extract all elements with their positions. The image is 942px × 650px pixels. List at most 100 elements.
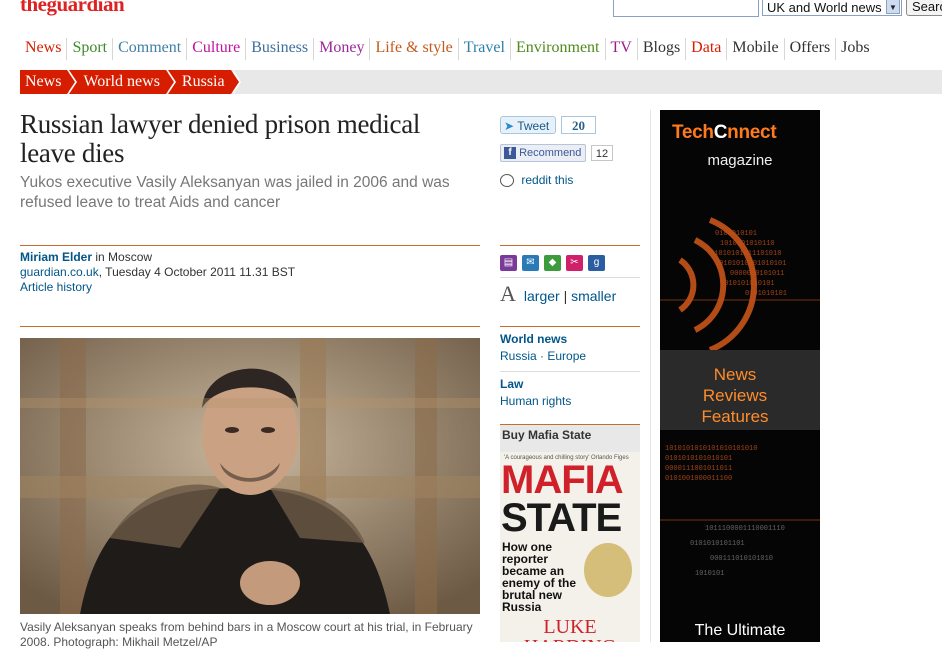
- share-tools: ▤ ✉ ◆ ✂ g: [500, 255, 605, 271]
- breadcrumb-russia[interactable]: Russia: [167, 70, 241, 94]
- svg-text:0101001000011100: 0101001000011100: [665, 475, 732, 483]
- recommend-label: Recommend: [519, 147, 582, 159]
- svg-text:0000111001011011: 0000111001011011: [665, 465, 732, 473]
- nav-item-offers[interactable]: Offers: [785, 38, 837, 60]
- article-photo: [20, 338, 480, 614]
- author-link[interactable]: Miriam Elder: [20, 250, 92, 264]
- text-size-controls: Alarger | smaller: [500, 283, 616, 307]
- book-author: LUKE HARDING: [524, 616, 616, 642]
- photo-caption: Vasily Aleksanyan speaks from behind bar…: [20, 620, 473, 649]
- nav-item-blogs[interactable]: Blogs: [638, 38, 687, 60]
- text-size-separator: |: [563, 288, 568, 304]
- book-title-line1: MAFIA: [501, 458, 624, 502]
- topic-heading[interactable]: Law: [500, 376, 640, 393]
- divider: [500, 245, 640, 246]
- ad-reviews-label: Reviews: [702, 386, 768, 405]
- print-icon[interactable]: ▤: [500, 255, 517, 271]
- nav-item-money[interactable]: Money: [314, 38, 371, 60]
- nav-item-life-style[interactable]: Life & style: [370, 38, 459, 60]
- article-standfirst: Yukos executive Vasily Aleksanyan was ja…: [20, 174, 450, 211]
- reddit-label: reddit this: [521, 173, 574, 187]
- nav-item-jobs[interactable]: Jobs: [836, 38, 874, 60]
- divider: [20, 245, 480, 246]
- book-cover[interactable]: 'A courageous and chilling story' Orland…: [500, 452, 640, 642]
- facebook-icon: f: [504, 147, 516, 160]
- edition-select-value: UK and World news: [767, 0, 882, 15]
- ad-sections: News Reviews Features: [660, 364, 810, 427]
- nav-item-environment[interactable]: Environment: [511, 38, 606, 60]
- breadcrumb-news[interactable]: News: [20, 70, 78, 94]
- email-icon[interactable]: ✉: [522, 255, 539, 271]
- byline: Miriam Elder in Moscow guardian.co.uk, T…: [20, 250, 480, 295]
- clip-icon[interactable]: ✂: [566, 255, 583, 271]
- breadcrumb: News World news Russia: [20, 70, 241, 94]
- svg-text:1010101010101: 1010101010101: [720, 280, 775, 288]
- tweet-button[interactable]: ➤ Tweet: [500, 116, 556, 134]
- nav-item-business[interactable]: Business: [246, 38, 315, 60]
- ad-brand-part: C: [713, 122, 728, 143]
- search-input[interactable]: [613, 0, 759, 17]
- share-icon[interactable]: ◆: [544, 255, 561, 271]
- edition-select[interactable]: UK and World news ▼: [762, 0, 902, 16]
- svg-text:1011100001110001110: 1011100001110001110: [705, 525, 785, 533]
- topic-law: Law Human rights: [500, 376, 640, 410]
- svg-text:1010101010101010101010: 1010101010101010101010: [665, 445, 757, 453]
- facebook-recommend-button[interactable]: f Recommend: [500, 144, 586, 162]
- byline-location: in Moscow: [92, 250, 153, 264]
- guardian-logo[interactable]: theguardian: [20, 0, 125, 17]
- ad-features-label: Features: [701, 407, 769, 426]
- nav-item-tv[interactable]: TV: [606, 38, 638, 60]
- nav-item-sport[interactable]: Sport: [67, 38, 114, 60]
- main-nav: News Sport Comment Culture Business Money Life…: [20, 38, 875, 60]
- svg-text:0101010101: 0101010101: [745, 290, 787, 298]
- text-smaller-link[interactable]: smaller: [571, 288, 616, 304]
- svg-text:01010101011101010: 01010101011101010: [710, 250, 781, 258]
- topic-heading[interactable]: World news: [500, 331, 640, 348]
- svg-text:10101010101010101: 10101010101010101: [715, 260, 786, 268]
- source-link[interactable]: guardian.co.uk: [20, 265, 99, 279]
- ad-brand-logo: TechCnnect: [672, 122, 777, 144]
- nav-item-news[interactable]: News: [20, 38, 68, 60]
- svg-text:0101010101101: 0101010101101: [690, 540, 745, 548]
- book-blurb: How one reporter became an enemy of the …: [502, 540, 577, 614]
- nav-item-data[interactable]: Data: [686, 38, 728, 60]
- recommend-count: 12: [591, 145, 613, 161]
- google-icon[interactable]: g: [588, 255, 605, 271]
- nav-item-culture[interactable]: Culture: [187, 38, 247, 60]
- ad-brand-part: Tech: [672, 122, 714, 143]
- text-larger-link[interactable]: larger: [524, 288, 560, 304]
- ad-magazine-label: magazine: [707, 152, 773, 169]
- nav-item-mobile[interactable]: Mobile: [727, 38, 785, 60]
- article-headline: Russian lawyer denied prison medical lea…: [20, 109, 421, 168]
- search-button[interactable]: Search: [906, 0, 942, 16]
- divider: [20, 326, 480, 327]
- tweet-count: 20: [561, 116, 596, 134]
- svg-text:1010101010110: 1010101010110: [720, 240, 775, 248]
- text-size-icon: A: [500, 281, 516, 306]
- twitter-icon: ➤: [504, 119, 515, 133]
- book-promo-heading[interactable]: Buy Mafia State: [502, 428, 591, 442]
- divider: [500, 277, 640, 278]
- reddit-icon: [500, 174, 514, 188]
- publish-date: , Tuesday 4 October 2011 11.31 BST: [98, 265, 296, 279]
- chevron-down-icon[interactable]: ▼: [886, 0, 900, 14]
- topic-links[interactable]: Russia · Europe: [500, 348, 640, 365]
- ad-brand-part: nnect: [727, 122, 777, 143]
- book-title-line2: STATE: [501, 496, 622, 540]
- reddit-link[interactable]: reddit this: [500, 172, 573, 188]
- svg-text:1010101: 1010101: [695, 570, 724, 578]
- svg-text:0000000101011: 0000000101011: [730, 270, 785, 278]
- svg-text:0101010101010101: 0101010101010101: [665, 455, 732, 463]
- topic-links[interactable]: Human rights: [500, 393, 640, 410]
- nav-item-comment[interactable]: Comment: [113, 38, 188, 60]
- divider: [500, 326, 640, 327]
- nav-item-travel[interactable]: Travel: [459, 38, 511, 60]
- breadcrumb-world-news[interactable]: World news: [69, 70, 177, 94]
- svg-text:0101010101: 0101010101: [715, 230, 757, 238]
- eagle-emblem-icon: [584, 543, 632, 597]
- ad-news-label: News: [713, 365, 757, 384]
- svg-text:000111010101010: 000111010101010: [710, 555, 773, 563]
- divider: [500, 371, 640, 372]
- topic-world-news: World news Russia · Europe: [500, 331, 640, 365]
- article-history-link[interactable]: Article history: [20, 280, 92, 294]
